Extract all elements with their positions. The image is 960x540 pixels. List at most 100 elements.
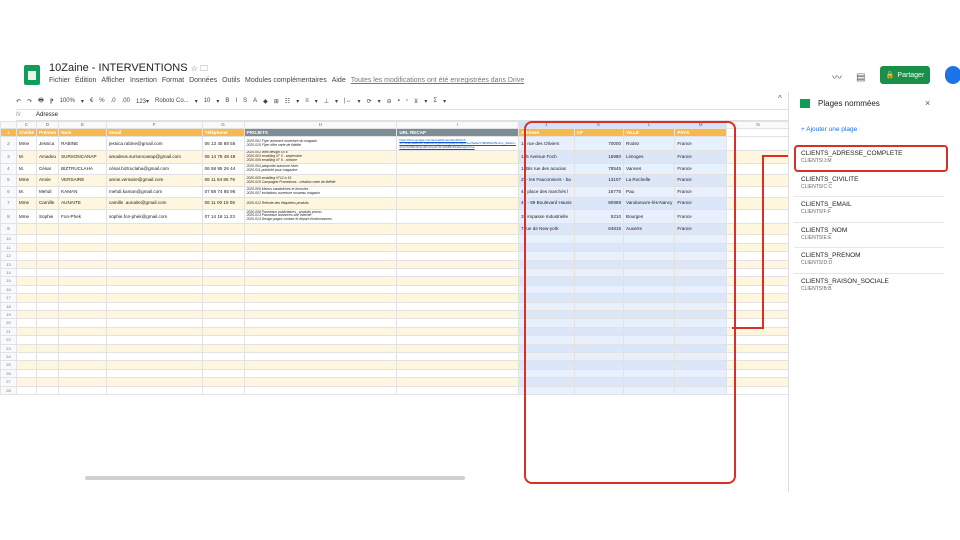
- cell-prenom[interactable]: Sophie: [35, 208, 60, 224]
- cell-nom[interactable]: SURSONCANAP: [58, 150, 107, 164]
- toolbar-button[interactable]: ⊥: [324, 98, 329, 105]
- cell-url[interactable]: [396, 185, 520, 199]
- cell-empty[interactable]: [396, 284, 520, 295]
- cell-empty[interactable]: [105, 293, 203, 303]
- toolbar-button[interactable]: ☷: [285, 98, 290, 105]
- share-button[interactable]: 🔒 Partager: [880, 66, 930, 84]
- cell-empty[interactable]: [201, 335, 245, 345]
- cell-empty[interactable]: [58, 326, 107, 337]
- row-number[interactable]: 17: [0, 293, 17, 303]
- cell-empty[interactable]: [105, 343, 203, 354]
- cell-empty[interactable]: [58, 351, 107, 362]
- row-number[interactable]: 9: [0, 222, 17, 236]
- toolbar-button[interactable]: ≡: [305, 98, 309, 104]
- cell-projets[interactable]: 2020-008 Panneaux publicitaires - produi…: [243, 208, 398, 224]
- row-number[interactable]: 12: [0, 251, 17, 261]
- formula-input[interactable]: Adresse: [36, 112, 58, 118]
- cell-empty[interactable]: [201, 309, 245, 320]
- cell-empty[interactable]: [35, 284, 60, 295]
- cell-nom[interactable]: Fon-Phek: [58, 208, 107, 224]
- cell-email[interactable]: sophie.fon-phek@gmail.com: [105, 208, 203, 224]
- toolbar-button[interactable]: ⊻: [414, 98, 418, 105]
- cell-empty[interactable]: [243, 360, 398, 370]
- named-range-item[interactable]: CLIENTS_RAISON_SOCIALE CLIENTS!B:B: [794, 272, 944, 299]
- toolbar-button[interactable]: €: [90, 98, 93, 104]
- cell-email[interactable]: camille .aunaite@gmail.com: [105, 197, 203, 210]
- row-number[interactable]: 6: [0, 185, 17, 199]
- cell-empty[interactable]: [105, 234, 203, 244]
- cell-empty[interactable]: [58, 377, 107, 387]
- cell-empty[interactable]: [58, 251, 107, 261]
- cell-empty[interactable]: [396, 242, 520, 253]
- menu-item[interactable]: Données: [189, 77, 217, 84]
- cell-empty[interactable]: [201, 259, 245, 269]
- cell-empty[interactable]: [35, 251, 60, 261]
- row-number[interactable]: 10: [0, 234, 17, 244]
- cell-empty[interactable]: [105, 326, 203, 337]
- cell-empty[interactable]: [396, 251, 520, 261]
- toolbar-button[interactable]: ⁋: [50, 98, 54, 105]
- cell-empty[interactable]: [15, 318, 37, 328]
- header-cell[interactable]: PROJETS: [243, 127, 398, 138]
- toolbar-button[interactable]: ▾: [443, 98, 446, 105]
- cell-empty[interactable]: [201, 360, 245, 370]
- cell-civ[interactable]: Mme: [15, 197, 37, 210]
- cell-empty[interactable]: [15, 251, 37, 261]
- add-range-button[interactable]: + Ajouter une plage: [801, 126, 857, 133]
- cell-empty[interactable]: [396, 368, 520, 379]
- toolbar-button[interactable]: ⊖: [387, 98, 392, 105]
- toolbar-button[interactable]: 100%: [60, 98, 75, 104]
- cell-empty[interactable]: [35, 301, 60, 311]
- cell-civ[interactable]: Mme: [15, 136, 37, 152]
- cell-tel[interactable]: 06 13 45 88 55: [201, 136, 245, 152]
- row-number[interactable]: 7: [0, 197, 17, 210]
- cell-empty[interactable]: [15, 267, 37, 278]
- cell-empty[interactable]: [105, 351, 203, 362]
- cell-empty[interactable]: [396, 351, 520, 362]
- cell-empty[interactable]: [396, 385, 520, 396]
- cell-empty[interactable]: [243, 267, 398, 278]
- cell-empty[interactable]: [396, 377, 520, 387]
- cell-empty[interactable]: [35, 377, 60, 387]
- cell-empty[interactable]: [105, 284, 203, 295]
- header-cell[interactable]: Téléphone: [201, 127, 245, 138]
- cell-empty[interactable]: [243, 368, 398, 379]
- cell-url[interactable]: https://docs.google.com/spreadsheets/d/e…: [396, 136, 520, 152]
- cell-url[interactable]: [396, 197, 520, 210]
- row-number[interactable]: 21: [0, 326, 17, 337]
- cell-empty[interactable]: [15, 309, 37, 320]
- row-number[interactable]: 22: [0, 335, 17, 345]
- cell-projets[interactable]: 2020-001 Flyer annonce ouverture du maga…: [243, 136, 398, 152]
- cell-empty[interactable]: [396, 309, 520, 320]
- cell-civ[interactable]: M.: [15, 185, 37, 199]
- cell-nom[interactable]: VERSAIRE: [58, 174, 107, 187]
- menu-item[interactable]: Outils: [222, 77, 240, 84]
- cell-empty[interactable]: [58, 276, 107, 286]
- cell-empty[interactable]: [201, 251, 245, 261]
- header-cell[interactable]: Civilité: [15, 127, 37, 138]
- document-title[interactable]: 10Zaine - INTERVENTIONS: [49, 62, 188, 74]
- close-icon[interactable]: ×: [925, 98, 930, 108]
- cell-prenom[interactable]: [35, 222, 60, 236]
- row-number[interactable]: 5: [0, 174, 17, 187]
- cell-projets[interactable]: 2020-005 emailling N°12 à 15 2020-010 Ca…: [243, 174, 398, 187]
- star-folder-icons[interactable]: ☆ 🗀: [191, 64, 208, 73]
- toolbar-button[interactable]: S: [243, 98, 247, 104]
- row-number[interactable]: 28: [0, 385, 17, 396]
- toolbar-button[interactable]: I: [235, 98, 237, 104]
- cell-tel[interactable]: [201, 222, 245, 236]
- toolbar-button[interactable]: |↔: [344, 98, 352, 104]
- column-header[interactable]: I: [396, 121, 520, 129]
- corner-cell[interactable]: [0, 121, 17, 129]
- cell-empty[interactable]: [35, 326, 60, 337]
- cell-empty[interactable]: [15, 368, 37, 379]
- row-number[interactable]: 4: [0, 162, 17, 176]
- cell-empty[interactable]: [396, 318, 520, 328]
- cell-empty[interactable]: [201, 234, 245, 244]
- cell-email[interactable]: amadeus.sursoncanap@gmail.com: [105, 150, 203, 164]
- cell-empty[interactable]: [243, 335, 398, 345]
- menu-item[interactable]: Insertion: [130, 77, 157, 84]
- menu-item[interactable]: Aide: [332, 77, 346, 84]
- named-range-item[interactable]: CLIENTS_EMAIL CLIENTS!F:F: [794, 196, 944, 222]
- cell-empty[interactable]: [201, 293, 245, 303]
